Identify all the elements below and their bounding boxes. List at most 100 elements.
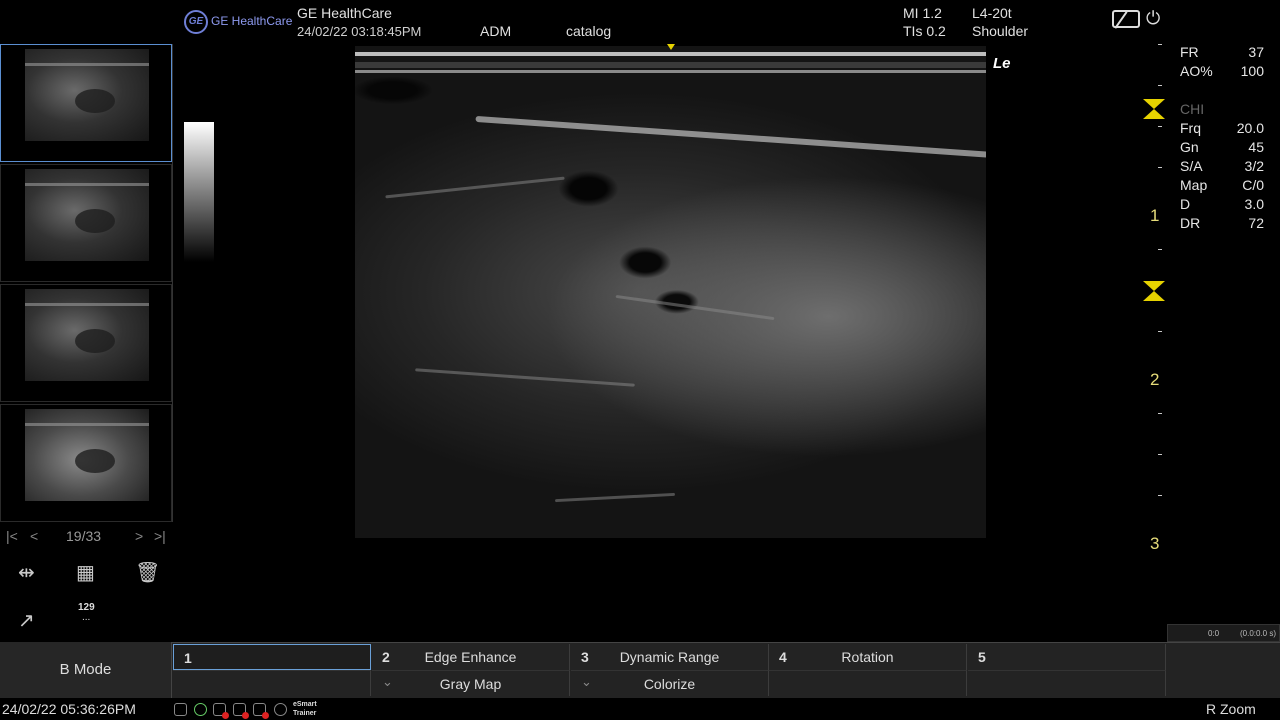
softkey-lower-1[interactable] <box>173 670 371 696</box>
softkey-1[interactable]: 1 <box>173 644 371 670</box>
focus-marker-icon[interactable] <box>1143 281 1165 301</box>
param-key: S/A <box>1180 158 1203 174</box>
thumbnail[interactable] <box>0 404 172 522</box>
lock-icon <box>174 703 187 716</box>
param-spacer <box>1174 82 1274 101</box>
storage-icon <box>253 703 269 719</box>
param-value: 20.0 <box>1236 120 1264 136</box>
status-bar <box>0 698 1280 720</box>
param-value: 3.0 <box>1244 196 1264 212</box>
thumbnail-image <box>25 49 149 141</box>
param-row: Gn 45 <box>1174 139 1274 158</box>
probe-marker-icon <box>667 44 675 50</box>
r-zoom-label[interactable]: R Zoom <box>1206 701 1256 717</box>
fascia-line <box>355 70 986 73</box>
thumbnail[interactable] <box>0 44 172 162</box>
trainer-label-1: eSmart <box>293 701 317 708</box>
softkey-3[interactable]: 3 Dynamic Range <box>571 644 769 670</box>
more-indicator: ... <box>82 612 91 623</box>
error-badge-icon <box>262 712 269 719</box>
param-row: Frq 20.0 <box>1174 120 1274 139</box>
param-value: 3/2 <box>1244 158 1264 174</box>
system-datetime: 24/02/22 05:36:26PM <box>2 701 136 717</box>
param-key: D <box>1180 196 1191 212</box>
param-key: CHI <box>1180 101 1205 117</box>
softkey-number: 1 <box>184 650 192 666</box>
b-mode-button[interactable]: B Mode <box>0 642 172 698</box>
brand-label: GE HealthCare <box>211 14 293 28</box>
softkey-label: Gray Map <box>439 676 502 692</box>
battery-icon <box>1112 10 1140 28</box>
cine-frame: 0:0 <box>1208 629 1220 638</box>
skin-line <box>355 52 986 56</box>
ge-logo-icon: GE <box>184 10 208 34</box>
trainer-icon <box>274 703 287 716</box>
preset-name: Shoulder <box>972 23 1029 39</box>
depth-tick <box>1158 454 1162 455</box>
param-value: 45 <box>1248 139 1264 155</box>
param-value: 72 <box>1248 215 1264 231</box>
depth-tick <box>1158 126 1162 127</box>
thumbnail-image <box>25 409 149 501</box>
softkey-4[interactable]: 4 Rotation <box>769 644 967 670</box>
param-value: C/0 <box>1242 177 1264 193</box>
depth-tick <box>1158 44 1162 45</box>
last-page-button[interactable]: >| <box>154 528 166 544</box>
patient-name: catalog <box>566 23 612 39</box>
depth-tick <box>1158 249 1162 250</box>
muscle-boundary <box>475 115 986 159</box>
cine-bar[interactable]: 0:0 (0.0:0.0 s) <box>1167 624 1280 642</box>
printer-icon <box>233 703 249 719</box>
thumbnail[interactable] <box>0 164 172 282</box>
softkey-5[interactable]: 5 <box>968 644 1166 670</box>
exam-datetime: 24/02/22 03:18:45PM <box>297 24 422 39</box>
export-icon[interactable]: ↗ <box>18 608 35 633</box>
thumbnail-strip <box>0 44 173 522</box>
prev-page-button[interactable]: < <box>30 528 38 544</box>
company-name: GE HealthCare <box>297 5 392 21</box>
depth-tick <box>1158 413 1162 414</box>
softkey-lower-4[interactable] <box>769 670 967 696</box>
softkey-lower-2[interactable]: ⌄ Gray Map <box>372 670 570 696</box>
tissue-streak <box>415 368 635 387</box>
softkey-lower-3[interactable]: ⌄ Colorize <box>571 670 769 696</box>
depth-label: 3 <box>1150 534 1160 553</box>
param-key: Frq <box>1180 120 1201 136</box>
tissue-streak <box>385 176 565 199</box>
param-value: 37 <box>1248 44 1264 60</box>
trainer-label-2: Trainer <box>293 710 317 717</box>
param-key: Gn <box>1180 139 1199 155</box>
orientation-label: Le <box>993 55 1011 72</box>
softkey-number: 5 <box>978 649 986 665</box>
softkey-label: Edge Enhance <box>424 649 517 665</box>
review-grid-icon[interactable]: ▦ <box>76 560 95 585</box>
param-key: DR <box>1180 215 1201 231</box>
param-key: AO% <box>1180 63 1213 79</box>
param-row: FR 37 <box>1174 44 1274 63</box>
subcutaneous-layer <box>355 62 986 68</box>
first-page-button[interactable]: |< <box>6 528 18 544</box>
cine-time: (0.0:0.0 s) <box>1240 629 1277 638</box>
focus-marker-icon[interactable] <box>1143 99 1165 119</box>
thumbnail-image <box>25 169 149 261</box>
mi-index: MI 1.2 <box>903 5 942 21</box>
param-value: 100 <box>1240 63 1264 79</box>
trash-icon[interactable]: 🗑 <box>135 560 160 585</box>
param-row: AO% 100 <box>1174 63 1274 82</box>
split-view-icon[interactable]: ⇹ <box>18 560 35 585</box>
param-key: FR <box>1180 44 1199 60</box>
depth-tick <box>1158 167 1162 168</box>
depth-tick <box>1158 331 1162 332</box>
param-row: D 3.0 <box>1174 196 1274 215</box>
softkey-2[interactable]: 2 Edge Enhance <box>372 644 570 670</box>
next-page-button[interactable]: > <box>135 528 143 544</box>
softkey-lower-5[interactable] <box>968 670 1166 696</box>
thumbnail[interactable] <box>0 284 172 402</box>
depth-label: 1 <box>1150 206 1160 225</box>
param-row: S/A 3/2 <box>1174 158 1274 177</box>
ultrasound-image[interactable] <box>355 46 986 538</box>
param-row: DR 72 <box>1174 215 1274 234</box>
imaging-parameters: FR 37 AO% 100 CHI Frq 20.0 Gn 45 S/A 3/2 Map C… <box>1174 44 1274 234</box>
softkey-label: Colorize <box>643 676 696 692</box>
grayscale-bar <box>184 122 214 262</box>
